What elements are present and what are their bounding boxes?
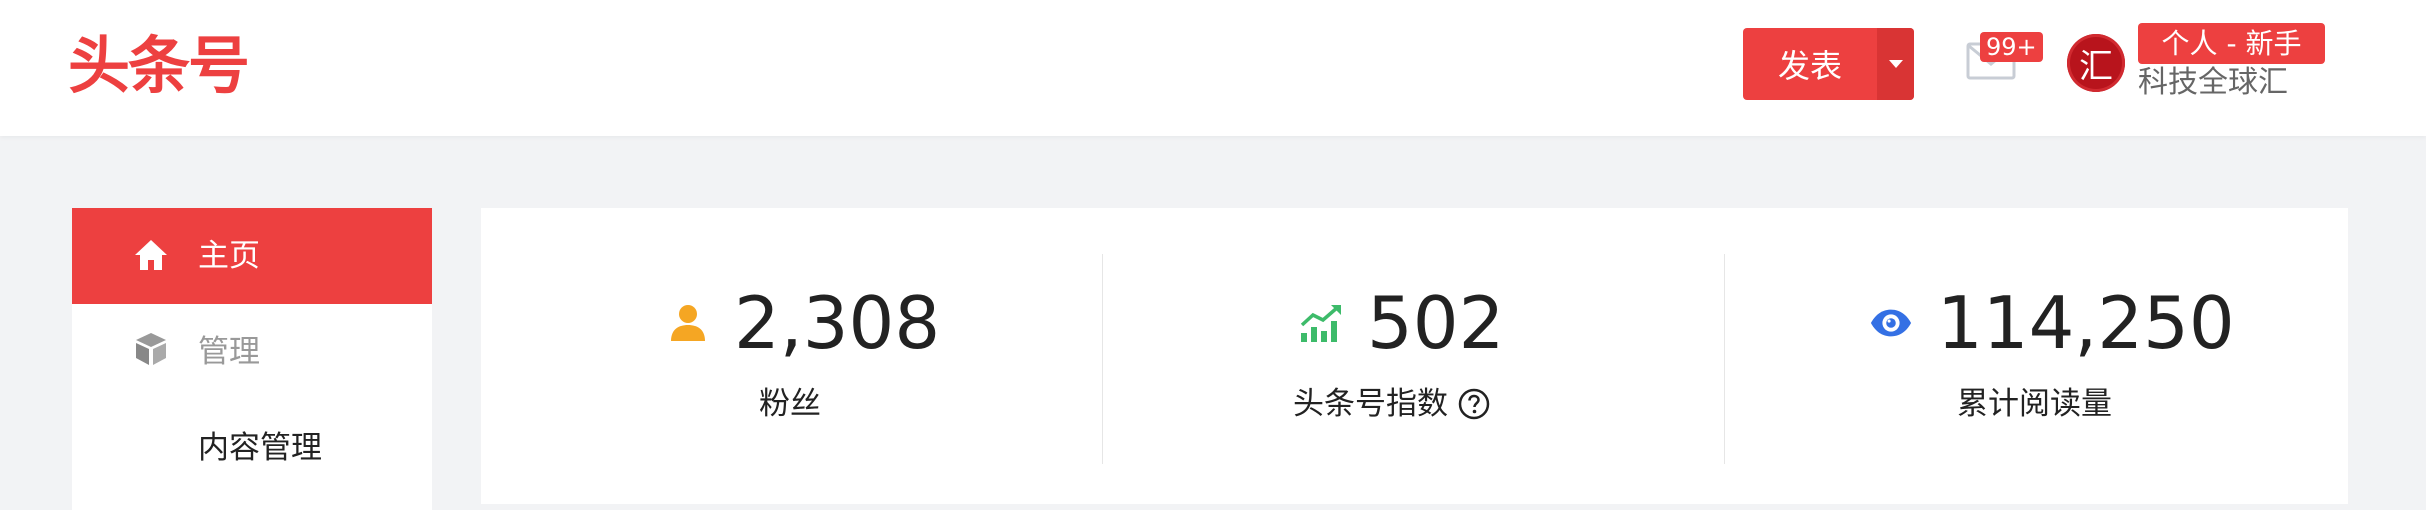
total-reads-label: 累计阅读量: [1957, 386, 2112, 422]
account-index-value: 502: [1367, 281, 1505, 365]
sidebar-item-label: 内容管理: [198, 430, 322, 466]
stat-account-index: 502 头条号指数: [1103, 208, 1725, 504]
sidebar-item-manage[interactable]: 管理: [72, 304, 432, 400]
message-count-badge: 99+: [1980, 32, 2043, 62]
publish-dropdown-toggle[interactable]: [1877, 28, 1914, 100]
home-icon: [132, 236, 170, 274]
avatar[interactable]: 汇: [2067, 34, 2125, 92]
followers-count: 2,308: [734, 281, 941, 365]
cube-icon: [132, 330, 170, 368]
sidebar-nav: 主页 管理 内容管理: [72, 208, 432, 510]
toutiaohao-logo[interactable]: 头条号: [68, 30, 250, 102]
account-index-label-row: 头条号指数: [1293, 384, 1490, 424]
total-reads-count: 114,250: [1937, 281, 2235, 365]
publish-button[interactable]: 发表: [1743, 28, 1877, 100]
user-icon: [666, 301, 710, 345]
stat-followers: 2,308 粉丝: [481, 208, 1103, 504]
account-level-badge: 个人 - 新手: [2138, 23, 2325, 64]
eye-icon: [1869, 301, 1913, 345]
followers-label: 粉丝: [759, 386, 821, 422]
sidebar-item-label: 管理: [198, 334, 260, 370]
sidebar-item-home[interactable]: 主页: [72, 208, 432, 304]
stat-total-reads: 114,250 累计阅读量: [1725, 208, 2347, 504]
sidebar-item-label: 主页: [198, 238, 260, 274]
question-circle-icon[interactable]: [1458, 388, 1490, 420]
account-index-label: 头条号指数: [1293, 386, 1448, 422]
dropdown-caret-icon: [1888, 60, 1903, 68]
trend-up-icon: [1299, 301, 1343, 345]
top-header: 头条号 发表 99+ 汇 个人 - 新手 科技全球汇: [0, 0, 2426, 136]
username[interactable]: 科技全球汇: [2138, 63, 2288, 103]
stats-card: 2,308 粉丝 502 头条号指数 114,250 累计阅读量: [481, 208, 2348, 504]
publish-button-group[interactable]: 发表: [1743, 28, 1914, 100]
sidebar-item-content-management[interactable]: 内容管理: [72, 400, 432, 496]
